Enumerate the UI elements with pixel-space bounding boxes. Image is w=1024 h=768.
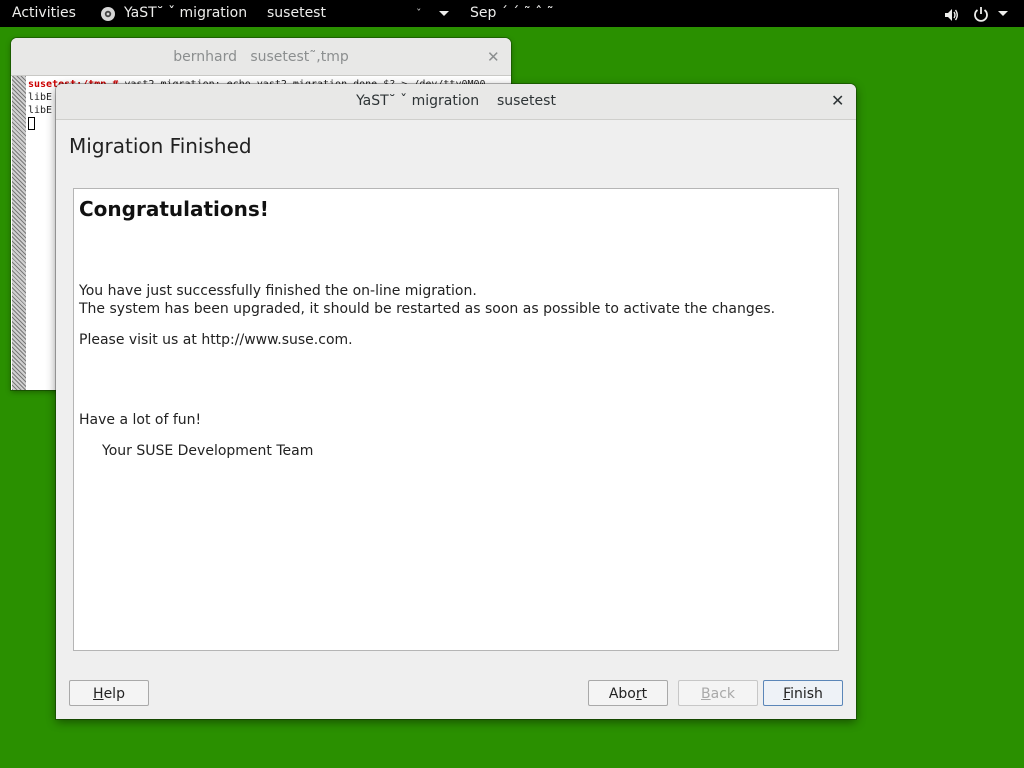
clock[interactable]: Sep ˊ ˊ ˜ ˆ ˜ xyxy=(470,0,554,27)
app-host-label: susetest xyxy=(267,5,326,21)
congrats-heading: Congratulations! xyxy=(79,197,269,221)
finish-button[interactable]: Finish xyxy=(763,680,843,706)
terminal-line: libE xyxy=(28,92,53,103)
abort-button[interactable]: Abort xyxy=(588,680,668,706)
restart-notice-text: The system has been upgraded, it should … xyxy=(79,301,776,317)
visit-suse-text: Please visit us at http://www.suse.com. xyxy=(79,332,353,348)
app-menu[interactable]: YaST˘ ˇ migration xyxy=(124,0,247,27)
help-button[interactable]: Help xyxy=(69,680,149,706)
yast-gear-icon xyxy=(100,5,116,32)
terminal-cursor xyxy=(28,117,35,130)
top-bar: Activities YaST˘ ˇ migration susetest ˇ … xyxy=(0,0,1024,27)
help-mnemonic: H xyxy=(93,686,104,702)
back-mnemonic: B xyxy=(701,686,711,702)
have-fun-text: Have a lot of fun! xyxy=(79,412,202,428)
migration-finished-text: You have just successfully finished the … xyxy=(79,283,477,299)
chevron-down-icon[interactable] xyxy=(438,0,450,27)
activities-button[interactable]: Activities xyxy=(12,0,76,27)
abort-label-rest: t xyxy=(641,686,648,702)
help-label: elp xyxy=(103,686,125,702)
speaker-icon[interactable] xyxy=(943,6,959,33)
back-label: ack xyxy=(710,686,735,702)
clock-caret: ˇ xyxy=(416,7,422,20)
finish-label: inish xyxy=(790,686,823,702)
power-icon[interactable] xyxy=(973,5,989,32)
close-icon[interactable]: ✕ xyxy=(831,91,844,110)
terminal-title: bernhard susetest˜,tmp xyxy=(173,49,349,65)
terminal-scrollbar[interactable] xyxy=(12,76,26,390)
dialog-title: YaST˘ ˇ migration susetest xyxy=(356,93,556,109)
terminal-titlebar[interactable]: bernhard susetest˜,tmp ✕ xyxy=(11,38,511,76)
finish-message-panel: Congratulations! You have just successfu… xyxy=(73,188,839,651)
dialog-titlebar[interactable]: YaST˘ ˇ migration susetest ✕ xyxy=(56,84,856,120)
back-button[interactable]: Back xyxy=(678,680,758,706)
chevron-down-icon[interactable] xyxy=(997,0,1009,27)
signature-text: Your SUSE Development Team xyxy=(102,443,314,459)
abort-label-pre: Abo xyxy=(608,686,636,702)
yast-migration-dialog: YaST˘ ˇ migration susetest ✕ Migration F… xyxy=(56,84,856,719)
page-title: Migration Finished xyxy=(69,134,252,158)
close-icon[interactable]: ✕ xyxy=(487,48,500,66)
terminal-line: libE xyxy=(28,105,53,116)
